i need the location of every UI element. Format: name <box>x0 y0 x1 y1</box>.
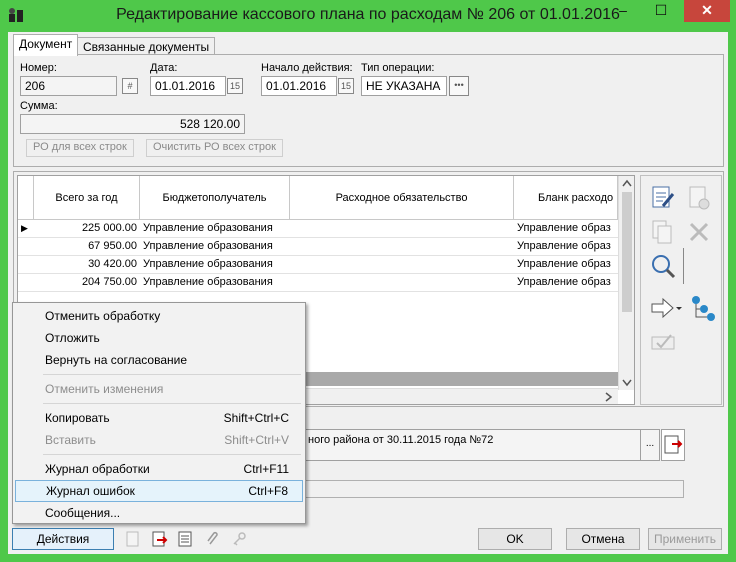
column-header[interactable]: Бланк расходо <box>514 176 618 220</box>
total-cell: 225 000.00 <box>81 222 137 234</box>
open-document-icon[interactable] <box>661 429 685 461</box>
window: Редактирование кассового плана по расход… <box>0 0 736 562</box>
minimize-button[interactable]: – <box>604 0 642 22</box>
menu-item-return-to-approval[interactable]: Вернуть на согласование <box>15 349 303 371</box>
recipient-cell: Управление образования <box>143 222 273 234</box>
menu-item-postpone[interactable]: Отложить <box>15 327 303 349</box>
obligation-cell <box>290 256 514 274</box>
table-row[interactable]: 67 950.00 Управление образования Управле… <box>18 238 618 256</box>
total-cell: 30 420.00 <box>88 258 137 270</box>
menu-separator <box>43 374 301 375</box>
blank-cell: Управление образ <box>517 258 611 270</box>
obligation-cell <box>290 274 514 292</box>
vertical-scrollbar[interactable] <box>618 176 634 390</box>
report-icon[interactable] <box>176 530 194 548</box>
maximize-button[interactable]: ☐ <box>642 0 680 22</box>
recipient-cell: Управление образования <box>143 258 273 270</box>
close-button[interactable]: ✕ <box>684 0 730 22</box>
number-field[interactable]: 206 <box>20 76 117 96</box>
scroll-arrows-icon <box>622 179 632 387</box>
start-date-field[interactable]: 01.01.2016 <box>261 76 337 96</box>
ok-button[interactable]: OK <box>478 528 552 550</box>
menu-item-processing-log[interactable]: Журнал обработки Ctrl+F11 <box>15 458 303 480</box>
menu-item-undo-changes[interactable]: Отменить изменения <box>15 378 303 400</box>
obligation-cell <box>290 220 514 238</box>
copy-icon[interactable] <box>649 218 677 246</box>
table-row[interactable]: ▶ 225 000.00 Управление образования Упра… <box>18 220 618 238</box>
date-field[interactable]: 01.01.2016 <box>150 76 226 96</box>
sum-field: 528 120.00 <box>20 114 245 134</box>
check-icon[interactable] <box>649 328 677 356</box>
export-icon[interactable] <box>150 530 168 548</box>
ro-all-rows-button[interactable]: РО для всех строк <box>26 139 134 157</box>
table-row[interactable]: 204 750.00 Управление образования Управл… <box>18 274 618 292</box>
basis-select-button[interactable]: ... <box>640 429 660 461</box>
key-icon[interactable] <box>230 530 248 548</box>
blank-cell: Управление образ <box>517 222 611 234</box>
document-arrow-icon <box>664 435 683 454</box>
menu-separator <box>43 454 301 455</box>
actions-context-menu: Отменить обработку Отложить Вернуть на с… <box>12 302 306 524</box>
blank-cell: Управление образ <box>517 276 611 288</box>
total-cell: 67 950.00 <box>88 240 137 252</box>
tab-linked-documents[interactable]: Связанные документы <box>77 37 216 55</box>
recipient-cell: Управление образования <box>143 276 273 288</box>
calendar-icon[interactable]: 15 <box>227 78 243 94</box>
number-label: Номер: <box>20 62 57 74</box>
recipient-cell: Управление образования <box>143 240 273 252</box>
cancel-button[interactable]: Отмена <box>566 528 640 550</box>
progress-bar <box>301 480 684 498</box>
operation-type-field[interactable]: НЕ УКАЗАНА <box>361 76 447 96</box>
actions-button[interactable]: Действия <box>12 528 114 550</box>
grid-toolbar <box>640 175 722 405</box>
add-document-icon[interactable] <box>685 184 713 212</box>
start-date-label: Начало действия: <box>261 62 353 74</box>
clear-ro-button[interactable]: Очистить РО всех строк <box>146 139 283 157</box>
hash-icon[interactable]: # <box>122 78 138 94</box>
column-header[interactable]: Бюджетополучатель <box>140 176 290 220</box>
table-row[interactable]: 30 420.00 Управление образования Управле… <box>18 256 618 274</box>
obligation-cell <box>290 238 514 256</box>
operation-type-label: Тип операции: <box>361 62 435 74</box>
arrow-right-icon[interactable] <box>649 294 683 322</box>
total-cell: 204 750.00 <box>81 276 137 288</box>
document-tab-page: Номер: 206 # Дата: 01.01.2016 15 Начало … <box>13 54 724 167</box>
menu-item-error-log[interactable]: Журнал ошибок Ctrl+F8 <box>15 480 303 502</box>
sum-label: Сумма: <box>20 100 58 112</box>
ellipsis-button[interactable]: ••• <box>449 76 469 96</box>
menu-item-messages[interactable]: Сообщения... <box>15 502 303 524</box>
edit-icon[interactable] <box>649 184 677 212</box>
delete-icon[interactable] <box>685 218 713 246</box>
menu-item-cancel-processing[interactable]: Отменить обработку <box>15 305 303 327</box>
footer-bar: Действия OK Отмена Применить <box>8 522 728 554</box>
tree-icon[interactable] <box>689 294 717 322</box>
document-icon[interactable] <box>124 530 142 548</box>
date-label: Дата: <box>150 62 178 74</box>
attachment-icon[interactable] <box>204 530 222 548</box>
apply-button[interactable]: Применить <box>648 528 722 550</box>
toolbar-divider <box>683 248 684 284</box>
row-indicator-header <box>18 176 34 220</box>
title-bar[interactable]: Редактирование кассового плана по расход… <box>0 0 736 32</box>
search-icon[interactable] <box>649 252 677 280</box>
basis-field[interactable]: ного района от 30.11.2015 года №72 <box>301 429 641 461</box>
menu-separator <box>43 403 301 404</box>
current-row-icon: ▶ <box>21 223 28 233</box>
tab-document[interactable]: Документ <box>13 34 79 56</box>
blank-cell: Управление образ <box>517 240 611 252</box>
menu-item-paste[interactable]: Вставить Shift+Ctrl+V <box>15 429 303 451</box>
column-header[interactable]: Всего за год <box>34 176 140 220</box>
calendar-icon[interactable]: 15 <box>338 78 354 94</box>
column-header[interactable]: Расходное обязательство <box>290 176 514 220</box>
menu-item-copy[interactable]: Копировать Shift+Ctrl+C <box>15 407 303 429</box>
